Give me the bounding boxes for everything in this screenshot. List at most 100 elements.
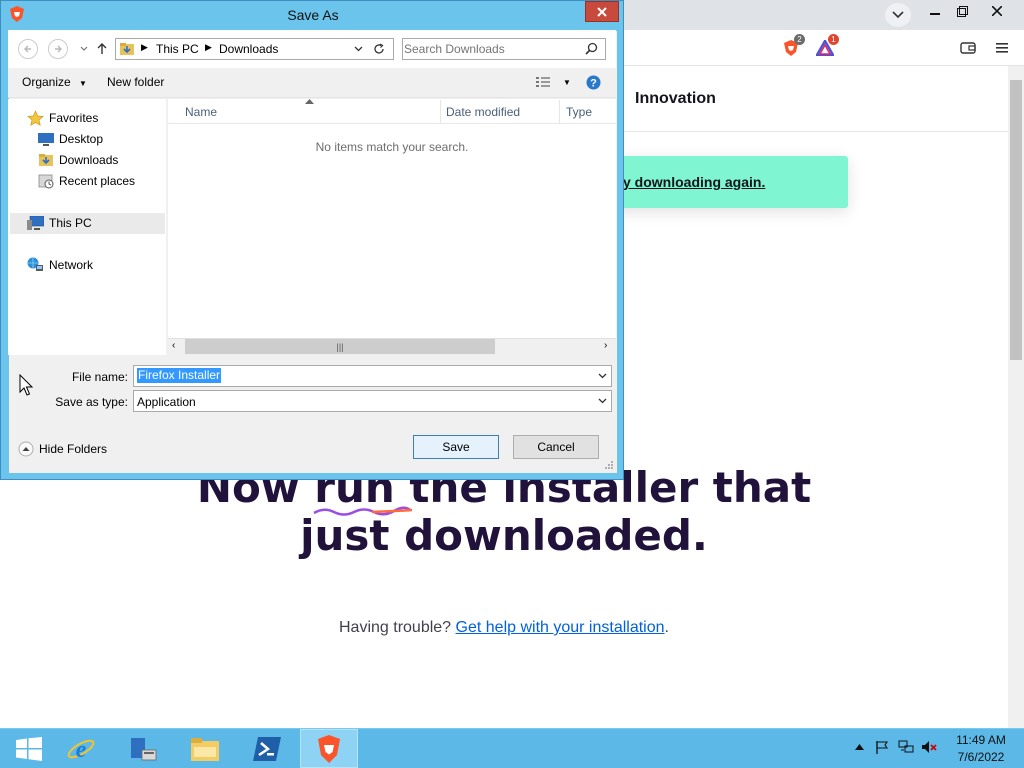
retry-download-link[interactable]: y downloading again. — [623, 174, 765, 190]
file-list-pane[interactable] — [168, 99, 616, 355]
site-nav-innovation[interactable]: Innovation — [635, 90, 716, 108]
arrow-left-icon — [24, 45, 31, 53]
wallet-button[interactable] — [958, 38, 978, 58]
show-hidden-icons-button[interactable] — [851, 739, 867, 755]
breadcrumb-separator-icon: ▶ — [141, 42, 148, 52]
action-center-icon[interactable] — [874, 739, 890, 755]
save-as-type-label: Save as type: — [55, 395, 128, 409]
up-button[interactable] — [92, 39, 112, 59]
command-bar — [8, 68, 616, 98]
trouble-suffix: . — [664, 619, 669, 636]
star-icon — [27, 109, 44, 126]
volume-tray-icon[interactable] — [921, 739, 937, 755]
cancel-button[interactable]: Cancel — [513, 435, 599, 459]
tree-label-network: Network — [49, 258, 94, 272]
tab-search-button[interactable] — [885, 3, 911, 27]
new-folder-button[interactable]: New folder — [107, 75, 164, 89]
close-icon — [597, 6, 607, 17]
breadcrumb-this-pc[interactable]: This PC — [156, 42, 199, 56]
taskbar-internet-explorer[interactable]: e — [52, 729, 110, 768]
empty-results-message: No items match your search. — [315, 140, 469, 154]
chevron-up-icon — [854, 744, 864, 750]
squiggle-underline-decoration — [313, 506, 412, 516]
breadcrumb-separator-icon: ▶ — [205, 42, 212, 52]
computer-icon — [27, 215, 44, 230]
clock-time[interactable]: 11:49 AM — [946, 733, 1016, 747]
arrow-right-icon — [55, 45, 62, 53]
recent-locations-button[interactable] — [74, 39, 94, 59]
sort-ascending-icon — [305, 99, 314, 104]
save-button[interactable]: Save — [413, 435, 499, 459]
refresh-icon[interactable] — [373, 43, 385, 55]
column-separator[interactable] — [559, 100, 560, 124]
column-name[interactable]: Name — [185, 105, 217, 119]
tree-item-network[interactable]: Network — [27, 255, 93, 275]
installation-help-link[interactable]: Get help with your installation — [456, 619, 665, 636]
taskbar-powershell[interactable] — [238, 729, 296, 768]
server-manager-icon — [131, 737, 157, 760]
tree-item-favorites[interactable]: Favorites — [27, 108, 98, 128]
help-icon[interactable]: ? — [586, 75, 601, 90]
back-button[interactable] — [18, 39, 38, 59]
taskbar-file-explorer[interactable] — [176, 729, 234, 768]
view-dropdown-arrow-icon[interactable]: ▼ — [563, 78, 571, 87]
flag-icon — [876, 741, 889, 754]
view-options-icon[interactable] — [536, 76, 550, 88]
dialog-title: Save As — [287, 7, 339, 23]
hide-folders-label: Hide Folders — [39, 442, 108, 456]
forward-button[interactable] — [48, 39, 68, 59]
brave-rewards-button[interactable]: 1 — [815, 34, 839, 58]
scroll-grip-icon: ||| — [336, 341, 344, 352]
tree-label-recent-places: Recent places — [59, 174, 136, 188]
page-scrollbar-thumb[interactable] — [1010, 80, 1022, 360]
dialog-close-button[interactable] — [585, 1, 619, 22]
browser-menu-button[interactable] — [992, 38, 1012, 58]
downloads-folder-icon — [39, 154, 53, 166]
windows-logo-icon — [16, 736, 42, 761]
scroll-right-icon[interactable]: › — [604, 340, 607, 351]
save-as-type-value: Application — [137, 395, 196, 409]
browser-close-button[interactable] — [982, 1, 1012, 21]
start-button[interactable] — [0, 729, 58, 768]
hide-folders-toggle[interactable]: Hide Folders — [18, 440, 107, 458]
breadcrumb-downloads[interactable]: Downloads — [219, 42, 278, 56]
network-tray-icon[interactable] — [898, 739, 914, 755]
taskbar-brave-browser[interactable] — [300, 729, 358, 768]
minimize-icon — [930, 13, 940, 15]
chevron-down-icon[interactable] — [598, 398, 607, 404]
file-name-field[interactable]: Firefox Installer — [137, 368, 222, 383]
column-type[interactable]: Type — [566, 105, 592, 119]
resize-grip-icon[interactable] — [605, 461, 614, 470]
tree-item-desktop[interactable]: Desktop — [38, 129, 103, 149]
restore-icon — [956, 5, 968, 17]
powershell-icon — [253, 736, 281, 761]
chevron-down-icon[interactable] — [598, 373, 607, 379]
clock-date[interactable]: 7/6/2022 — [946, 750, 1016, 764]
tree-label-desktop: Desktop — [59, 132, 104, 146]
horizontal-scrollbar-thumb[interactable]: ||| — [185, 339, 495, 354]
desktop-icon — [38, 133, 54, 146]
organize-label: Organize — [22, 75, 71, 89]
tree-item-downloads[interactable]: Downloads — [38, 150, 118, 170]
tree-item-this-pc[interactable]: This PC — [27, 213, 92, 233]
brave-browser-icon — [318, 734, 340, 763]
column-date-modified[interactable]: Date modified — [446, 105, 520, 119]
scroll-left-icon[interactable]: ‹ — [172, 340, 175, 351]
column-separator[interactable] — [440, 100, 441, 124]
organize-button[interactable]: Organize ▼ — [22, 75, 87, 89]
browser-minimize-button[interactable] — [920, 1, 950, 21]
close-icon — [992, 6, 1002, 16]
browser-restore-button[interactable] — [947, 1, 977, 21]
search-input[interactable] — [404, 40, 578, 58]
tree-item-recent-places[interactable]: Recent places — [38, 171, 135, 191]
network-status-icon — [898, 740, 914, 753]
column-header-row — [168, 99, 616, 124]
headline-line-3: just downloaded. — [300, 511, 708, 560]
save-as-type-select[interactable] — [133, 390, 612, 412]
wallet-icon — [960, 42, 976, 54]
taskbar-server-manager[interactable] — [114, 729, 172, 768]
chevron-down-icon[interactable] — [354, 46, 363, 52]
svg-text:e: e — [76, 737, 87, 763]
search-icon — [585, 42, 598, 55]
trouble-text: Having trouble? — [339, 619, 452, 636]
